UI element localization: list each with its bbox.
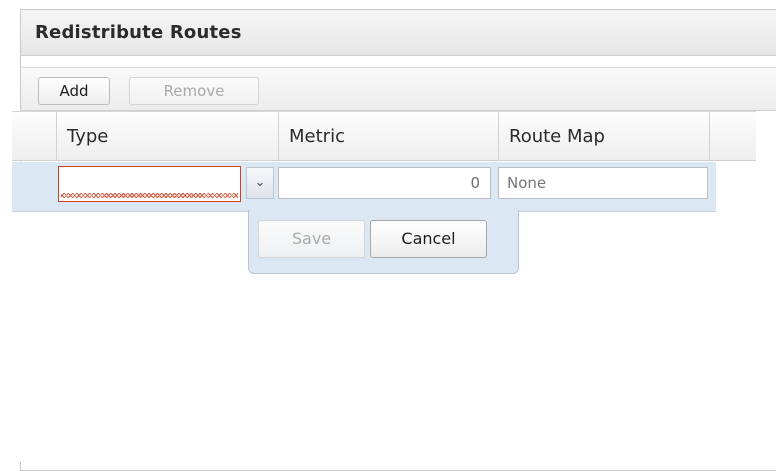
panel-title: Redistribute Routes (35, 22, 242, 43)
route-map-field[interactable]: None (498, 167, 708, 199)
column-header-metric[interactable]: Metric (278, 112, 498, 160)
row-editor: ⌄ 0 None (12, 162, 716, 212)
add-button[interactable]: Add (38, 77, 110, 105)
invalid-field-indicator (61, 193, 238, 198)
column-header-route-map[interactable]: Route Map (498, 112, 710, 160)
chevron-down-icon[interactable]: ⌄ (246, 167, 274, 199)
toolbar: Add Remove (21, 67, 776, 111)
remove-button[interactable]: Remove (129, 77, 259, 105)
column-header-type[interactable]: Type (56, 112, 278, 160)
cancel-button[interactable]: Cancel (370, 220, 487, 258)
row-editor-buttons: Save Cancel (248, 210, 519, 274)
panel-header: Redistribute Routes (21, 10, 776, 56)
save-button[interactable]: Save (258, 220, 365, 258)
metric-field[interactable]: 0 (278, 167, 491, 199)
grid-header: Type Metric Route Map (12, 111, 756, 161)
type-combobox-input[interactable] (58, 166, 241, 202)
